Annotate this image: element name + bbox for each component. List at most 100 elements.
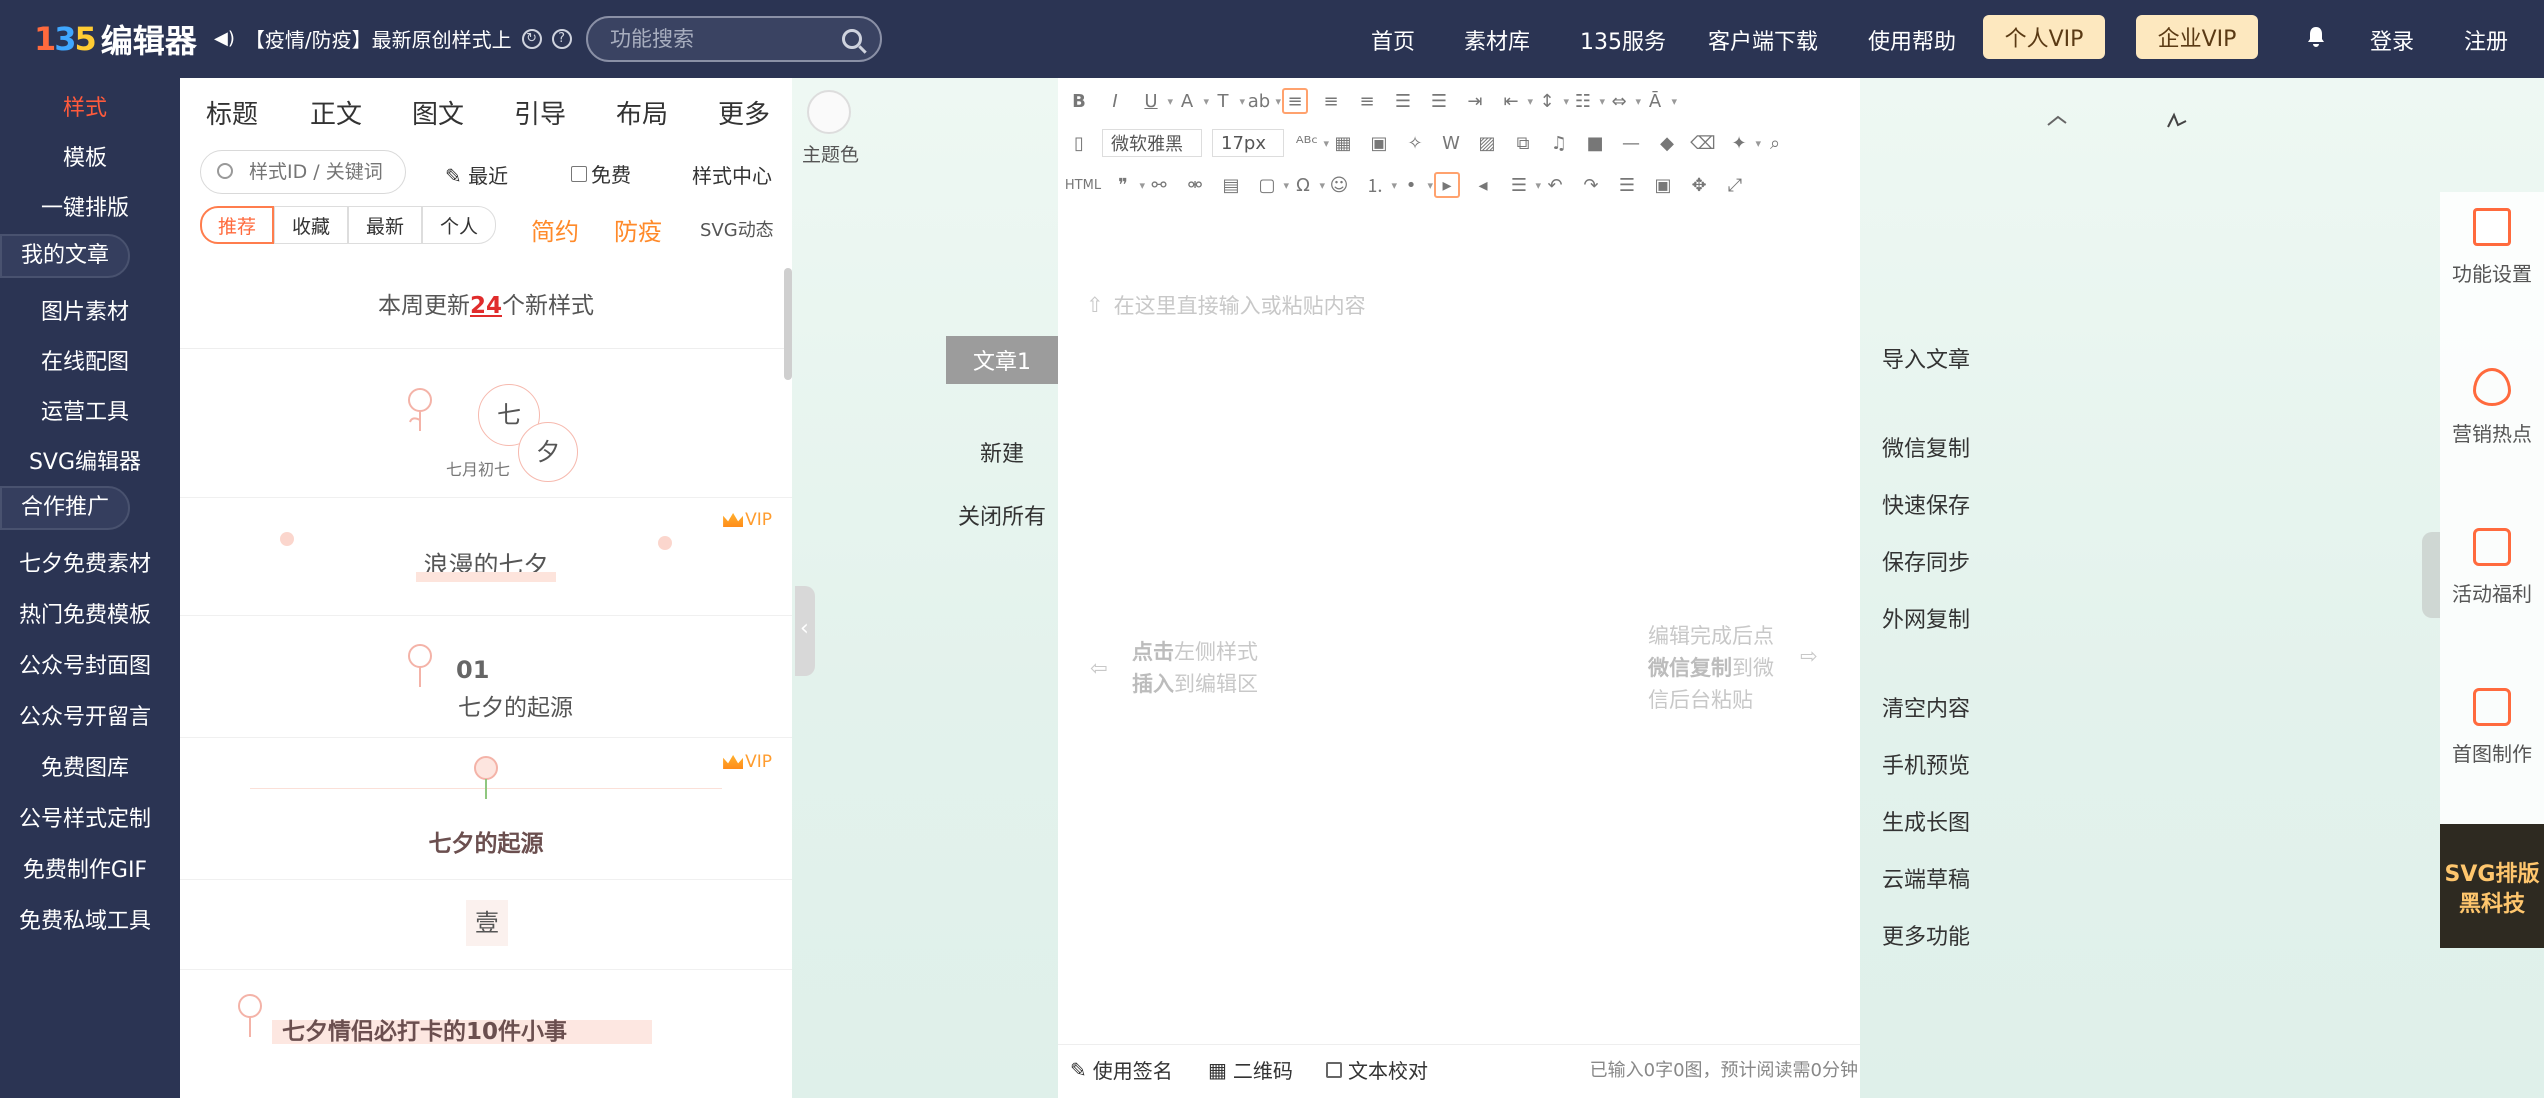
letter-spacing-icon[interactable]: ⇔: [1606, 88, 1641, 114]
sidebar-item-style[interactable]: 样式: [0, 90, 170, 122]
outdent-icon[interactable]: ⇤: [1498, 88, 1533, 114]
ltr-icon[interactable]: ▸: [1434, 172, 1460, 198]
sidebar-item-partner[interactable]: 合作推广: [0, 486, 130, 530]
collapse-style-panel-handle[interactable]: [795, 586, 815, 676]
format-painter-icon[interactable]: ◆: [1654, 130, 1680, 156]
align-right-icon[interactable]: ≡: [1354, 88, 1380, 114]
feature-activity-benefits[interactable]: 活动福利: [2440, 528, 2544, 607]
sidebar-item-template[interactable]: 模板: [0, 140, 170, 172]
horizontal-line-icon[interactable]: —: [1618, 130, 1644, 156]
personal-vip-button[interactable]: 个人VIP: [1983, 15, 2105, 59]
emoji-icon[interactable]: ☺: [1326, 172, 1352, 198]
page-icon[interactable]: ▯: [1066, 130, 1092, 156]
tab-layout[interactable]: 布局: [616, 94, 668, 131]
wechat-copy-button[interactable]: 微信复制: [1882, 431, 1970, 463]
nav-home[interactable]: 首页: [1371, 24, 1415, 56]
quote-icon[interactable]: ❞: [1110, 172, 1145, 198]
long-image-button[interactable]: 生成长图: [1882, 805, 1970, 837]
nav-service[interactable]: 135服务: [1580, 24, 1666, 56]
text-format-icon[interactable]: T: [1210, 88, 1246, 114]
bold-icon[interactable]: B: [1066, 88, 1092, 114]
move-icon[interactable]: ✥: [1686, 172, 1712, 198]
tab-body[interactable]: 正文: [310, 94, 362, 131]
sidebar-item-hot-templates[interactable]: 热门免费模板: [0, 597, 170, 629]
style-card[interactable]: 01 七夕的起源: [180, 616, 792, 738]
sidebar-item-my-articles[interactable]: 我的文章: [0, 234, 130, 278]
eraser-icon[interactable]: ⌫: [1690, 130, 1716, 156]
qrcode-button[interactable]: ▦ 二维码: [1208, 1055, 1293, 1084]
help-icon[interactable]: ?: [551, 28, 572, 49]
nav-help[interactable]: 使用帮助: [1868, 24, 1956, 56]
theme-color-picker[interactable]: [807, 90, 851, 134]
style-card[interactable]: VIP 浪漫的七夕: [180, 498, 792, 616]
style-search[interactable]: [200, 150, 406, 194]
style-card[interactable]: VIP 七夕的起源: [180, 738, 792, 880]
video-icon[interactable]: ■: [1582, 130, 1608, 156]
paint-icon[interactable]: ✧: [1402, 130, 1428, 156]
music-icon[interactable]: ♫: [1546, 130, 1572, 156]
feature-cover-image[interactable]: 首图制作: [2440, 688, 2544, 767]
find-replace-icon[interactable]: ⌕: [1762, 130, 1788, 156]
external-copy-button[interactable]: 外网复制: [1882, 602, 1970, 634]
table-icon[interactable]: ▦: [1330, 130, 1356, 156]
enterprise-vip-button[interactable]: 企业VIP: [2136, 15, 2258, 59]
word-import-icon[interactable]: W: [1438, 130, 1464, 156]
preview-icon[interactable]: ▣: [1650, 172, 1676, 198]
sidebar-item-image-material[interactable]: 图片素材: [0, 294, 170, 326]
font-family-select[interactable]: 微软雅黑: [1102, 129, 1202, 157]
fullscreen-icon[interactable]: ⤢: [1722, 172, 1748, 198]
import-article-button[interactable]: 导入文章: [1882, 342, 1970, 374]
bell-icon[interactable]: [2306, 26, 2326, 48]
sidebar-item-one-click-layout[interactable]: 一键排版: [0, 190, 170, 222]
redo-icon[interactable]: ↷: [1578, 172, 1604, 198]
style-card[interactable]: 七夕情侣必打卡的10件小事: [180, 970, 792, 1098]
register-link[interactable]: 注册: [2464, 24, 2508, 56]
nav-client-download[interactable]: 客户端下载: [1708, 24, 1818, 56]
tag-epidemic[interactable]: 防疫: [614, 212, 662, 247]
feature-bar-handle[interactable]: [2422, 532, 2440, 618]
style-center-link[interactable]: 样式中心: [692, 160, 772, 189]
multi-image-icon[interactable]: ⧉: [1510, 130, 1536, 156]
edit-box-icon[interactable]: ▢: [1254, 172, 1289, 198]
weekly-update-count[interactable]: 24: [470, 293, 502, 319]
row-spacing-icon[interactable]: ☰: [1506, 172, 1541, 198]
save-sync-button[interactable]: 保存同步: [1882, 545, 1970, 577]
single-image-icon[interactable]: ▨: [1474, 130, 1500, 156]
mobile-preview-button[interactable]: 手机预览: [1882, 748, 1970, 780]
search-icon[interactable]: [842, 29, 862, 49]
tab-title[interactable]: 标题: [206, 94, 258, 131]
image-icon[interactable]: ▣: [1366, 130, 1392, 156]
magic-wand-icon[interactable]: ✦: [1726, 130, 1761, 156]
logo[interactable]: 135 编辑器: [34, 18, 197, 60]
refresh-icon[interactable]: ↻: [521, 28, 542, 49]
segment-recommended[interactable]: 推荐: [200, 206, 274, 244]
svg-promo-banner[interactable]: SVG排版 黑科技: [2440, 824, 2544, 948]
segment-latest[interactable]: 最新: [348, 206, 422, 244]
segment-personal[interactable]: 个人: [422, 206, 496, 244]
rtl-icon[interactable]: ◂: [1470, 172, 1496, 198]
recent-button[interactable]: ✎ 最近: [445, 160, 508, 189]
sidebar-item-custom-style[interactable]: 公号样式定制: [0, 801, 170, 833]
html-source-icon[interactable]: HTML: [1065, 172, 1101, 198]
new-article-button[interactable]: 新建: [980, 436, 1024, 468]
paragraph-spacing-icon[interactable]: ☷: [1570, 88, 1605, 114]
sidebar-item-svg-editor[interactable]: SVG编辑器: [0, 444, 170, 476]
align-center-icon[interactable]: ≡: [1318, 88, 1344, 114]
sidebar-item-ops-tools[interactable]: 运营工具: [0, 394, 170, 426]
notice-bar[interactable]: ◀) 【疫情/防疫】最新原创样式上 ↻ ?: [214, 24, 572, 53]
clear-content-button[interactable]: 清空内容: [1882, 691, 1970, 723]
font-size-select[interactable]: 17px: [1212, 129, 1284, 157]
notice-text[interactable]: 【疫情/防疫】最新原创样式上: [245, 24, 512, 53]
sidebar-item-free-gallery[interactable]: 免费图库: [0, 750, 170, 782]
checkbox-icon[interactable]: [571, 165, 587, 182]
italic-icon[interactable]: I: [1102, 88, 1128, 114]
line-height-icon[interactable]: ↕: [1534, 88, 1569, 114]
tag-simple[interactable]: 简约: [531, 212, 579, 247]
more-functions-button[interactable]: 更多功能: [1882, 919, 1970, 951]
nav-material[interactable]: 素材库: [1464, 24, 1530, 56]
background-color-icon[interactable]: ab: [1246, 88, 1281, 114]
tag-svg-dynamic[interactable]: SVG动态: [700, 216, 774, 242]
justify-all-icon[interactable]: ☰: [1426, 88, 1452, 114]
paragraph-icon[interactable]: ☰: [1614, 172, 1640, 198]
align-justify-icon[interactable]: ☰: [1390, 88, 1416, 114]
